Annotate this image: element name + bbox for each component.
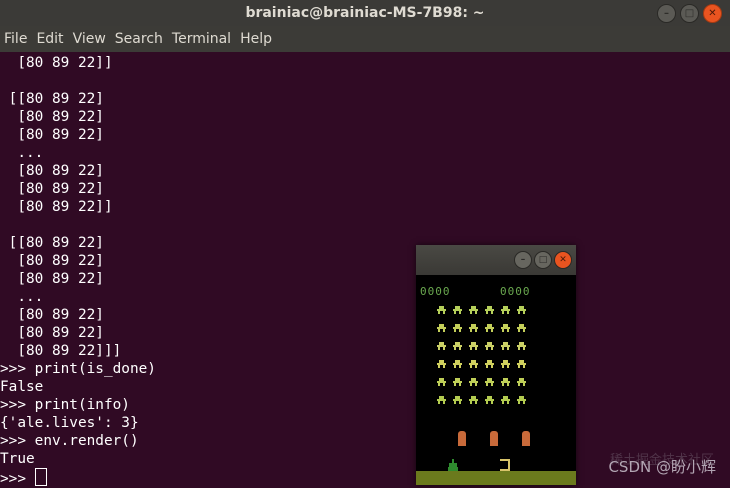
game-window-titlebar[interactable]: – □ ✕: [416, 245, 576, 275]
alien-invader: [501, 360, 510, 368]
game-minimize-button[interactable]: –: [514, 251, 532, 269]
menu-edit[interactable]: Edit: [32, 31, 68, 47]
window-titlebar[interactable]: brainiac@brainiac-MS-7B98: ~ – □ ✕: [0, 0, 730, 26]
alien-invader: [501, 378, 510, 386]
alien-invader: [485, 360, 494, 368]
menu-help[interactable]: Help: [236, 31, 277, 47]
player-cannon: [448, 459, 458, 471]
menu-terminal[interactable]: Terminal: [168, 31, 236, 47]
alien-invader: [517, 342, 526, 350]
maximize-button[interactable]: □: [680, 4, 699, 23]
watermark: CSDN @盼小辉: [608, 458, 716, 476]
alien-invader: [437, 324, 446, 332]
terminal-line: [80 89 22]: [0, 253, 104, 269]
alien-invader: [453, 306, 462, 314]
ground: [416, 471, 576, 485]
alien-invader: [437, 396, 446, 404]
alien-invader: [453, 396, 462, 404]
alien-invader: [517, 396, 526, 404]
shield-bunker: [522, 431, 530, 446]
terminal-line: True: [0, 451, 35, 467]
terminal-line: [[80 89 22]: [0, 91, 104, 107]
alien-invader: [437, 342, 446, 350]
shield-bunker: [490, 431, 498, 446]
ground-marker: [500, 459, 510, 471]
alien-invader: [501, 342, 510, 350]
terminal-line: [80 89 22]: [0, 325, 104, 341]
alien-invader: [453, 342, 462, 350]
game-close-button[interactable]: ✕: [554, 251, 572, 269]
menu-view[interactable]: View: [69, 31, 111, 47]
alien-invader: [485, 342, 494, 350]
game-maximize-button[interactable]: □: [534, 251, 552, 269]
alien-invader: [453, 378, 462, 386]
menu-bar: File Edit View Search Terminal Help: [0, 26, 730, 52]
alien-invader: [469, 342, 478, 350]
alien-invader: [437, 360, 446, 368]
alien-invader: [501, 324, 510, 332]
alien-invader: [437, 378, 446, 386]
terminal-line: [80 89 22]]: [0, 199, 113, 215]
terminal-area[interactable]: [80 89 22]] [[80 89 22] [80 89 22] [80 8…: [0, 52, 730, 488]
alien-invader: [517, 306, 526, 314]
alien-invader: [501, 306, 510, 314]
alien-invader: [517, 324, 526, 332]
terminal-line: False: [0, 379, 44, 395]
alien-invader: [469, 324, 478, 332]
alien-invader: [501, 396, 510, 404]
alien-invader: [437, 306, 446, 314]
alien-invader: [517, 360, 526, 368]
terminal-line: [80 89 22]: [0, 307, 104, 323]
window-title: brainiac@brainiac-MS-7B98: ~: [245, 5, 485, 21]
terminal-line: ...: [0, 145, 44, 161]
terminal-line: [80 89 22]]: [0, 55, 113, 71]
score-right: 0000: [500, 285, 531, 298]
alien-invader: [453, 324, 462, 332]
terminal-line: [80 89 22]]]: [0, 343, 122, 359]
terminal-line: >>> print(info): [0, 397, 130, 413]
terminal-line: >>> env.render(): [0, 433, 139, 449]
alien-invader: [485, 378, 494, 386]
alien-invader: [517, 378, 526, 386]
terminal-line: [80 89 22]: [0, 109, 104, 125]
alien-invader: [469, 306, 478, 314]
alien-invader: [485, 324, 494, 332]
terminal-line: >>> print(is_done): [0, 361, 156, 377]
terminal-prompt-line: >>>: [0, 468, 156, 488]
terminal-line: {'ale.lives': 3}: [0, 415, 139, 431]
terminal-line: [80 89 22]: [0, 271, 104, 287]
menu-file[interactable]: File: [0, 31, 32, 47]
alien-invader: [485, 306, 494, 314]
score-left: 0000: [420, 285, 451, 298]
terminal-line: [80 89 22]: [0, 163, 104, 179]
alien-invader: [469, 360, 478, 368]
close-button[interactable]: ✕: [703, 4, 722, 23]
terminal-output: [80 89 22]] [[80 89 22] [80 89 22] [80 8…: [0, 54, 156, 488]
alien-invader: [485, 396, 494, 404]
game-playfield: 0000 0000: [416, 275, 576, 485]
minimize-button[interactable]: –: [657, 4, 676, 23]
alien-invader: [469, 396, 478, 404]
menu-search[interactable]: Search: [111, 31, 168, 47]
text-cursor: [34, 468, 47, 486]
game-render-window[interactable]: – □ ✕ 0000 0000: [416, 245, 576, 485]
terminal-line: [[80 89 22]: [0, 235, 104, 251]
terminal-line: [80 89 22]: [0, 181, 104, 197]
terminal-line: ...: [0, 289, 44, 305]
alien-invader: [453, 360, 462, 368]
shield-bunker: [458, 431, 466, 446]
terminal-line: [80 89 22]: [0, 127, 104, 143]
alien-invader: [469, 378, 478, 386]
